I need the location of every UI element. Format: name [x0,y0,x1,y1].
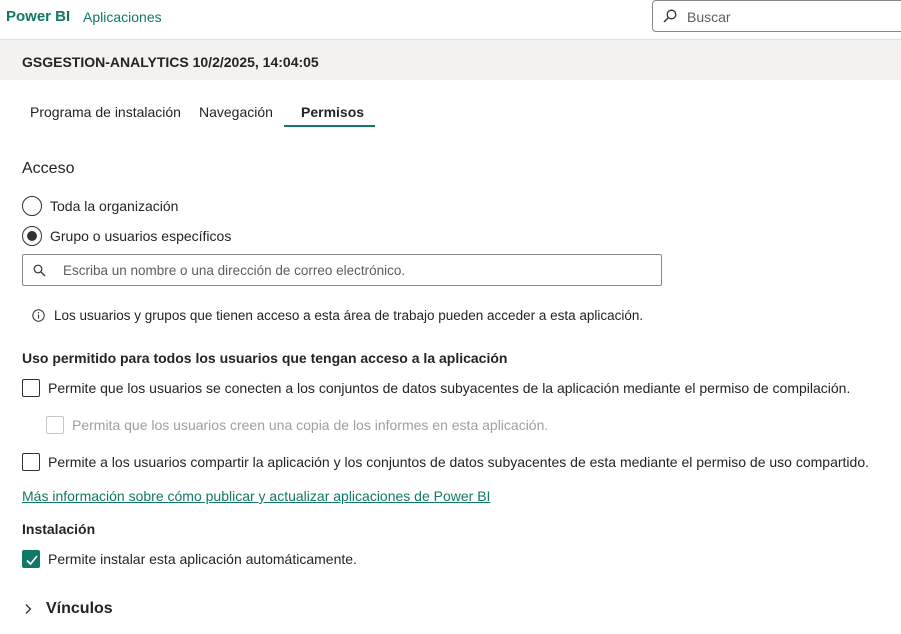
share-permission-option[interactable]: Permite a los usuarios compartir la apli… [22,453,869,471]
app-header: GSGESTION-ANALYTICS 10/2/2025, 14:04:05 [0,40,901,80]
links-section-label: Vínculos [46,600,113,617]
global-search-input[interactable]: Buscar [652,0,901,32]
chevron-right-icon [25,604,32,614]
checkbox-label: Permite a los usuarios compartir la apli… [48,454,869,470]
search-icon [663,9,677,23]
people-picker-placeholder: Escriba un nombre o una dirección de cor… [63,263,406,278]
access-info-message: Los usuarios y grupos que tienen acceso … [32,308,643,323]
search-icon [33,264,46,277]
build-permission-option[interactable]: Permite que los usuarios se conecten a l… [22,379,850,397]
access-heading: Acceso [22,160,75,177]
more-info-link[interactable]: Más información sobre cómo publicar y ac… [22,488,490,504]
tab-navigation[interactable]: Navegación [199,104,273,120]
checkbox[interactable] [22,453,40,471]
top-bar: Power BI Aplicaciones Buscar [0,0,901,40]
brand-logo[interactable]: Power BI [6,8,70,25]
active-tab-indicator [284,125,375,127]
info-text: Los usuarios y grupos que tienen acceso … [54,308,644,323]
people-picker-input[interactable]: Escriba un nombre o una dirección de cor… [22,254,662,286]
copy-reports-option: Permita que los usuarios creen una copia… [46,416,548,434]
install-heading: Instalación [22,521,96,537]
auto-install-option[interactable]: Permite instalar esta aplicación automát… [22,550,357,568]
apps-nav-link[interactable]: Aplicaciones [83,9,162,25]
checkbox-label: Permite instalar esta aplicación automát… [48,551,357,567]
radio-label: Toda la organización [50,198,179,214]
radio-label: Grupo o usuarios específicos [50,228,232,244]
checkbox[interactable] [22,379,40,397]
search-placeholder: Buscar [687,9,731,25]
checkmark-icon [26,555,38,566]
radio-specific-users[interactable]: Grupo o usuarios específicos [22,226,231,246]
tab-installation[interactable]: Programa de instalación [30,104,181,120]
radio-button[interactable] [22,196,42,216]
usage-heading: Uso permitido para todos los usuarios qu… [22,350,508,366]
radio-button[interactable] [22,226,42,246]
radio-entire-org[interactable]: Toda la organización [22,196,178,216]
links-section-expander[interactable]: Vínculos [22,600,113,618]
page-title: GSGESTION-ANALYTICS 10/2/2025, 14:04:05 [22,54,319,70]
checkbox [46,416,64,434]
checkbox-label: Permita que los usuarios creen una copia… [72,417,549,433]
info-icon [32,309,45,322]
checkbox-label: Permite que los usuarios se conecten a l… [48,380,851,396]
checkbox[interactable] [22,550,40,568]
tab-permissions[interactable]: Permisos [301,104,364,120]
